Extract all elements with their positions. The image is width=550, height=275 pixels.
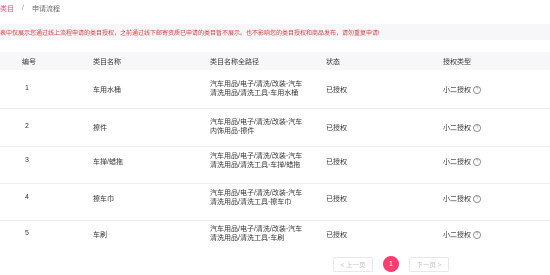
help-icon[interactable]: ? — [473, 231, 481, 240]
help-icon[interactable]: ? — [473, 86, 481, 95]
row-status: 已授权 — [326, 87, 347, 94]
table-row: 4 擦车巾 汽车用品/电子/清洗/改装-汽车 清洗用品/清洗工具-擦车巾 已授权… — [0, 183, 550, 221]
column-header-category-name: 类目名称 — [93, 59, 121, 66]
table-header: 编号 类目名称 类目名称全路径 状态 授权类型 — [0, 52, 550, 70]
current-page-button[interactable]: 1 — [383, 256, 399, 272]
breadcrumb-parent-link[interactable]: 类目 — [0, 4, 14, 14]
table-row: 3 车掸/蜡拖 汽车用品/电子/清洗/改装-汽车 清洗用品/清洗工具-车掸/蜡拖… — [0, 146, 550, 184]
row-number: 3 — [25, 157, 29, 164]
row-category-path: 汽车用品/电子/清洗/改装-汽车 清洗用品/清洗工具-车用水桶 — [210, 81, 303, 97]
row-category-path: 汽车用品/电子/清洗/改装-汽车 清洗用品/清洗工具-擦车巾 — [210, 190, 303, 206]
breadcrumb: 类目 / 申请流程 — [0, 0, 60, 17]
row-status: 已授权 — [326, 125, 347, 132]
row-auth-type: 小二授权? — [443, 157, 481, 167]
row-category-name: 车掸/蜡拖 — [93, 159, 123, 166]
row-category-name: 擦件 — [93, 125, 107, 132]
help-icon[interactable]: ? — [473, 124, 481, 133]
breadcrumb-current: 申请流程 — [31, 5, 60, 13]
column-header-number: 编号 — [22, 59, 36, 66]
row-auth-type: 小二授权? — [443, 123, 481, 133]
row-status: 已授权 — [326, 159, 347, 166]
column-header-status: 状态 — [326, 59, 340, 66]
notice-text: 表中仅展示您通过线上流程申请的类目授权，之前通过线下邮寄资质已申请的类目暂不展示… — [0, 30, 380, 37]
row-auth-type: 小二授权? — [443, 85, 481, 95]
row-category-name: 车用水桶 — [93, 87, 121, 94]
pagination: < 上一页 1 下一页 > — [333, 256, 449, 272]
row-category-path: 汽车用品/电子/清洗/改装-汽车 内饰用品-擦件 — [210, 119, 303, 135]
notice-banner: 表中仅展示您通过线上流程申请的类目授权，之前通过线下邮寄资质已申请的类目暂不展示… — [0, 24, 550, 40]
next-page-button[interactable]: 下一页 > — [409, 256, 449, 272]
row-number: 1 — [25, 85, 29, 92]
column-header-auth-type: 授权类型 — [443, 59, 471, 66]
row-category-path: 汽车用品/电子/清洗/改装-汽车 清洗用品/清洗工具-车掸/蜡拖 — [210, 153, 303, 169]
row-auth-type: 小二授权? — [443, 230, 481, 240]
breadcrumb-separator: / — [22, 5, 24, 12]
row-status: 已授权 — [326, 196, 347, 203]
table-row: 5 车刷 汽车用品/电子/清洗/改装-汽车 清洗用品/清洗工具-车刷 已授权 小… — [0, 220, 550, 252]
help-icon[interactable]: ? — [473, 158, 481, 167]
row-auth-type: 小二授权? — [443, 194, 481, 204]
row-category-name: 车刷 — [93, 232, 107, 239]
column-header-category-path: 类目名称全路径 — [210, 59, 259, 66]
table-row: 1 车用水桶 汽车用品/电子/清洗/改装-汽车 清洗用品/清洗工具-车用水桶 已… — [0, 70, 550, 109]
row-number: 5 — [25, 230, 29, 237]
row-category-name: 擦车巾 — [93, 196, 114, 203]
row-number: 2 — [25, 123, 29, 130]
row-category-path: 汽车用品/电子/清洗/改装-汽车 清洗用品/清洗工具-车刷 — [210, 226, 303, 242]
row-status: 已授权 — [326, 232, 347, 239]
help-icon[interactable]: ? — [473, 195, 481, 204]
table-row: 2 擦件 汽车用品/电子/清洗/改装-汽车 内饰用品-擦件 已授权 小二授权? — [0, 108, 550, 147]
row-number: 4 — [25, 194, 29, 201]
prev-page-button[interactable]: < 上一页 — [333, 256, 373, 272]
